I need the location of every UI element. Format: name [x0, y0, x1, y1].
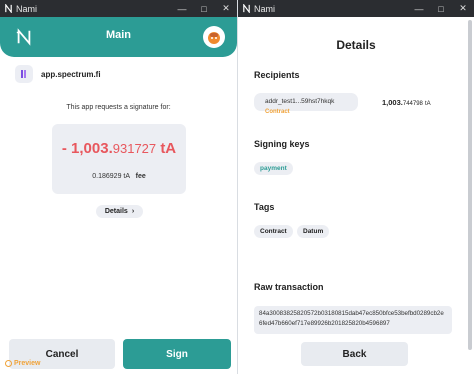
- app-header: Main: [0, 17, 237, 57]
- scrollbar[interactable]: [468, 20, 472, 350]
- maximize-icon[interactable]: □: [430, 0, 452, 17]
- window-title: Nami: [254, 3, 276, 14]
- close-icon[interactable]: ✕: [452, 0, 474, 17]
- tag-chip: Contract: [254, 225, 293, 238]
- nami-details-window: Nami — □ ✕ Details Recipients addr_test1…: [238, 0, 474, 374]
- minimize-icon[interactable]: —: [408, 0, 430, 17]
- recipient-amount: 1,003.744798 tA: [382, 98, 431, 107]
- details-label: Details: [104, 208, 128, 215]
- titlebar: Nami — □ ✕: [0, 0, 237, 17]
- nami-main-window: Nami — □ ✕ Main app.spectrum.fi This app…: [0, 0, 237, 374]
- amount-sign: -: [61, 140, 67, 157]
- request-text: This app requests a signature for:: [66, 104, 171, 111]
- tags-heading: Tags: [254, 202, 275, 212]
- dapp-origin: app.spectrum.fi: [15, 65, 101, 83]
- signature-amount: - 1,003.931727 tA: [52, 140, 186, 157]
- recipient-address: addr_test1...59hst7hkqk: [265, 98, 335, 105]
- avatar-icon[interactable]: [203, 26, 225, 48]
- preview-label: Preview: [14, 360, 41, 367]
- minimize-icon[interactable]: —: [171, 0, 193, 17]
- signing-key-chip: payment: [254, 162, 293, 175]
- preview-icon: [5, 360, 12, 367]
- recipients-heading: Recipients: [254, 70, 300, 80]
- amount-box: - 1,003.931727 tA 0.186929 tA fee: [52, 124, 186, 194]
- back-button[interactable]: Back: [301, 342, 408, 366]
- recipient-amount-integer: 1,003.: [382, 98, 403, 107]
- sign-button[interactable]: Sign: [123, 339, 231, 369]
- page-title: Main: [105, 29, 132, 41]
- raw-transaction-box[interactable]: 84a30083825820572b03180815dab47ec850bfce…: [254, 306, 452, 334]
- details-button[interactable]: Details ›: [96, 205, 143, 218]
- nami-app-icon: [241, 4, 251, 14]
- recipient-amount-unit: tA: [424, 101, 431, 107]
- maximize-icon[interactable]: □: [193, 0, 215, 17]
- tag-chip: Datum: [297, 225, 330, 238]
- fee-label: fee: [135, 173, 146, 180]
- amount-unit: tA: [160, 140, 177, 157]
- titlebar: Nami — □ ✕: [238, 0, 474, 17]
- close-icon[interactable]: ✕: [215, 0, 237, 17]
- recipient-amount-decimals: 744798: [402, 101, 423, 107]
- fee-value: 0.186929: [92, 173, 122, 180]
- window-title: Nami: [16, 3, 38, 14]
- preview-badge[interactable]: Preview: [5, 360, 40, 367]
- fee-unit: tA: [123, 173, 130, 180]
- contract-tag: Contract: [265, 109, 290, 115]
- raw-transaction-heading: Raw transaction: [254, 282, 324, 292]
- amount-decimals: 931727: [112, 141, 157, 156]
- nami-app-icon: [3, 4, 13, 14]
- spectrum-favicon-icon: [15, 65, 33, 83]
- amount-integer: 1,003.: [71, 140, 113, 157]
- signing-keys-heading: Signing keys: [254, 139, 310, 149]
- origin-url: app.spectrum.fi: [41, 69, 101, 79]
- chevron-right-icon: ›: [131, 208, 135, 215]
- fee-row: 0.186929 tA fee: [52, 173, 186, 180]
- details-title: Details: [336, 38, 376, 52]
